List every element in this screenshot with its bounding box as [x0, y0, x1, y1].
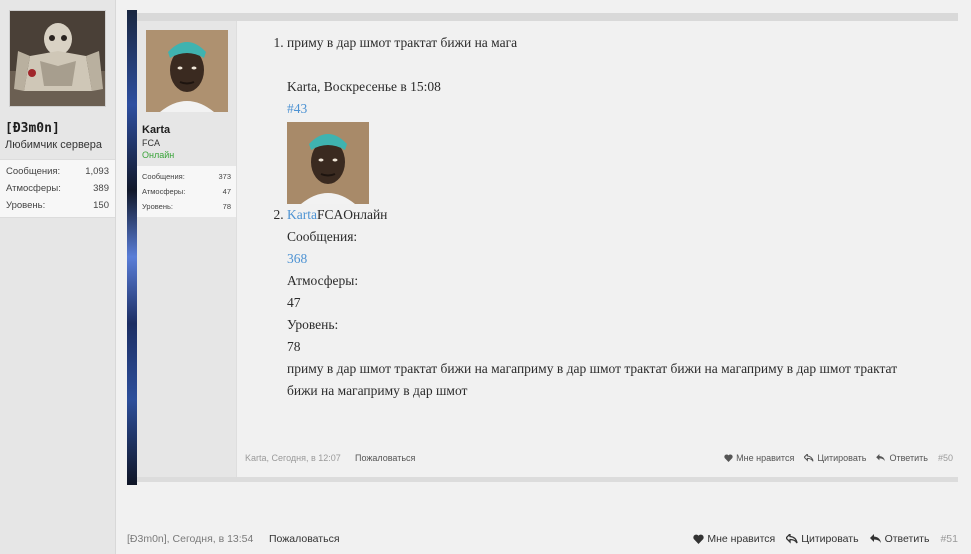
author-stats: Сообщения: 373 Атмосферы: 47 Уровень: 78 [137, 166, 236, 217]
quote-arrow-icon [786, 534, 798, 544]
avatar-image [10, 11, 105, 106]
list-item-text: приму в дар шмот трактат бижи на мага [287, 35, 518, 50]
stat-label: Уровень: [6, 200, 46, 211]
post-number-link[interactable]: #50 [938, 453, 953, 463]
quoted-body-text: приму в дар шмот трактат бижи на магапри… [287, 361, 898, 398]
author-stats: Сообщения: 1,093 Атмосферы: 389 Уровень:… [0, 159, 115, 218]
outer-author-sidebar: [Ð3m0n] Любимчик сервера Сообщения: 1,09… [0, 0, 116, 554]
stat-level: Уровень: 150 [6, 197, 109, 214]
inner-author-sidebar: Karta FCA Онлайн Сообщения: 373 Атмосфер… [137, 21, 236, 481]
previous-post: Karta FCA Онлайн Сообщения: 373 Атмосфер… [127, 10, 958, 485]
stat-value: 373 [218, 172, 231, 181]
author-title: FCA [142, 138, 160, 148]
reply-button[interactable]: Ответить [876, 453, 928, 463]
like-label: Мне нравится [707, 533, 776, 545]
reply-label: Ответить [889, 453, 928, 463]
quoted-atm-label: Атмосферы: [287, 273, 359, 288]
quoted-msgs-label: Сообщения: [287, 229, 358, 244]
post-meta[interactable]: [Ð3m0n], Сегодня, в 13:54 [127, 533, 253, 545]
stat-label: Атмосферы: [142, 187, 186, 196]
stat-value: 78 [222, 202, 231, 211]
like-button[interactable]: Мне нравится [724, 453, 794, 463]
post-content: приму в дар шмот трактат бижи на мага Ka… [236, 21, 958, 481]
stat-level: Уровень: 78 [142, 199, 231, 214]
author-name[interactable]: Karta [142, 124, 170, 136]
avatar[interactable] [9, 10, 106, 107]
avatar-image [287, 122, 369, 204]
online-status: Онлайн [142, 150, 175, 160]
post-actions: Мне нравится Цитировать Ответить #51 [693, 533, 958, 545]
quoted-author-line: KartaFCAОнлайн [287, 204, 915, 226]
post-meta[interactable]: Karta, Сегодня, в 12:07 [245, 453, 341, 463]
stat-label: Сообщения: [142, 172, 185, 181]
quote-button[interactable]: Цитировать [786, 533, 859, 545]
stat-value: 47 [222, 187, 231, 196]
quote-meta: Karta, Воскресенье в 15:08 [287, 79, 441, 94]
quote-button[interactable]: Цитировать [804, 453, 866, 463]
post-actions: Мне нравится Цитировать Ответить #50 [724, 453, 953, 463]
author-title: Любимчик сервера [5, 139, 103, 151]
list-item: KartaFCAОнлайн Сообщения: 368 Атмосферы:… [287, 122, 915, 402]
stat-label: Сообщения: [6, 166, 61, 177]
quoted-avatar[interactable] [287, 122, 369, 204]
report-link[interactable]: Пожаловаться [355, 453, 415, 463]
reply-button[interactable]: Ответить [869, 533, 930, 545]
heart-icon [724, 454, 733, 462]
quoted-lvl-value: 78 [287, 339, 301, 354]
quote-label: Цитировать [817, 453, 867, 463]
post-bottom-border [137, 477, 958, 482]
stat-label: Уровень: [142, 202, 173, 211]
like-button[interactable]: Мне нравится [693, 533, 775, 545]
avatar-image [146, 30, 228, 112]
stat-atmospheres: Атмосферы: 47 [142, 184, 231, 199]
list-item: приму в дар шмот трактат бижи на мага Ka… [287, 32, 915, 120]
report-link[interactable]: Пожаловаться [269, 533, 340, 545]
stat-messages: Сообщения: 373 [142, 169, 231, 184]
quoted-author-title: FCAОнлайн [316, 207, 388, 222]
avatar[interactable] [146, 30, 228, 112]
quoted-msgs-value[interactable]: 368 [287, 248, 915, 270]
quoted-atm-value: 47 [287, 295, 301, 310]
quoted-lvl-label: Уровень: [287, 317, 339, 332]
quoted-author-link[interactable]: Karta [287, 207, 317, 222]
message-body: приму в дар шмот трактат бижи на мага Ka… [275, 32, 915, 402]
stat-value: 1,093 [85, 166, 109, 177]
stat-atmospheres: Атмосферы: 389 [6, 180, 109, 197]
post-footer: Karta, Сегодня, в 12:07 Пожаловаться Мне… [245, 453, 958, 467]
stat-messages: Сообщения: 1,093 [6, 163, 109, 180]
post-number-link[interactable]: #51 [940, 533, 958, 545]
stat-value: 150 [93, 200, 109, 211]
reply-arrow-icon [876, 454, 886, 462]
quote-label: Цитировать [801, 533, 859, 545]
quote-post-link[interactable]: #43 [287, 98, 915, 120]
post-footer: [Ð3m0n], Сегодня, в 13:54 Пожаловаться М… [127, 533, 959, 549]
heart-icon [693, 534, 705, 544]
quote-arrow-icon [804, 454, 814, 462]
message-list: приму в дар шмот трактат бижи на мага Ka… [275, 32, 915, 402]
reply-label: Ответить [884, 533, 930, 545]
author-name[interactable]: [Ð3m0n] [5, 121, 60, 136]
reply-arrow-icon [869, 534, 881, 543]
like-label: Мне нравится [736, 453, 795, 463]
stat-value: 389 [93, 183, 109, 194]
post-top-border [137, 13, 958, 21]
stat-label: Атмосферы: [6, 183, 61, 194]
decorative-stripe [127, 10, 137, 485]
